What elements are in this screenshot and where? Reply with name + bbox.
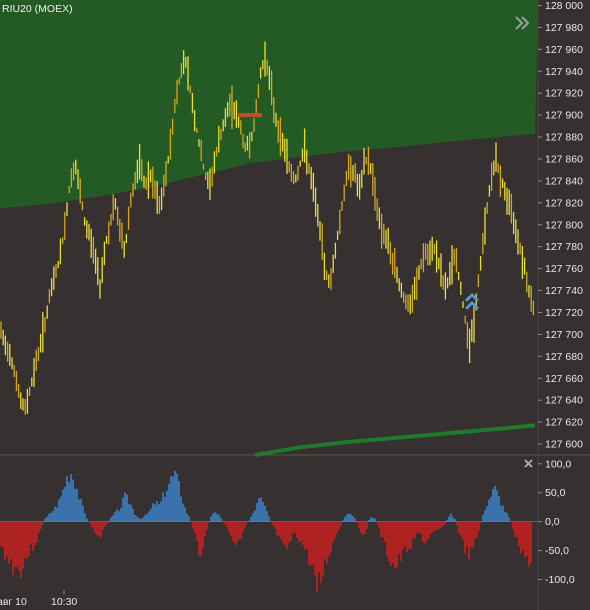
price-tick-label: 127 760 xyxy=(545,263,583,275)
price-tick-label: 127 640 xyxy=(545,395,583,407)
osc-tick-label: 100,0 xyxy=(545,458,571,470)
price-tick-label: 127 880 xyxy=(545,132,583,144)
time-tick-label: авг 10 xyxy=(0,596,27,608)
price-tick-label: 127 820 xyxy=(545,197,583,209)
price-tick-label: 127 620 xyxy=(545,417,583,429)
price-tick-label: 127 920 xyxy=(545,88,583,100)
price-tick-label: 127 980 xyxy=(545,22,583,34)
osc-tick-label: -100,0 xyxy=(545,574,575,586)
price-tick-label: 128 000 xyxy=(545,0,583,12)
price-tick-label: 127 700 xyxy=(545,329,583,341)
price-axis: 127 600 127 620 127 640 127 660 127 680 127 7… xyxy=(538,0,583,451)
chart-canvas: 127 600 127 620 127 640 127 660 127 680 127 7… xyxy=(0,0,590,610)
price-tick-label: 127 720 xyxy=(545,307,583,319)
price-tick-label: 127 940 xyxy=(545,66,583,78)
price-tick-label: 127 600 xyxy=(545,439,583,451)
time-tick-label: 10:30 xyxy=(51,596,77,608)
price-tick-label: 127 800 xyxy=(545,219,583,231)
price-tick-label: 127 900 xyxy=(545,110,583,122)
chart-title: RIU20 (MOEX) xyxy=(2,3,73,15)
osc-tick-label: 0,0 xyxy=(545,516,560,528)
price-tick-label: 127 680 xyxy=(545,351,583,363)
price-tick-label: 127 660 xyxy=(545,373,583,385)
price-tick-label: 127 860 xyxy=(545,154,583,166)
price-tick-label: 127 780 xyxy=(545,241,583,253)
osc-tick-label: 50,0 xyxy=(545,487,566,499)
price-tick-label: 127 840 xyxy=(545,175,583,187)
price-tick-label: 127 740 xyxy=(545,285,583,297)
price-tick-label: 127 960 xyxy=(545,44,583,56)
osc-tick-label: -50,0 xyxy=(545,545,569,557)
